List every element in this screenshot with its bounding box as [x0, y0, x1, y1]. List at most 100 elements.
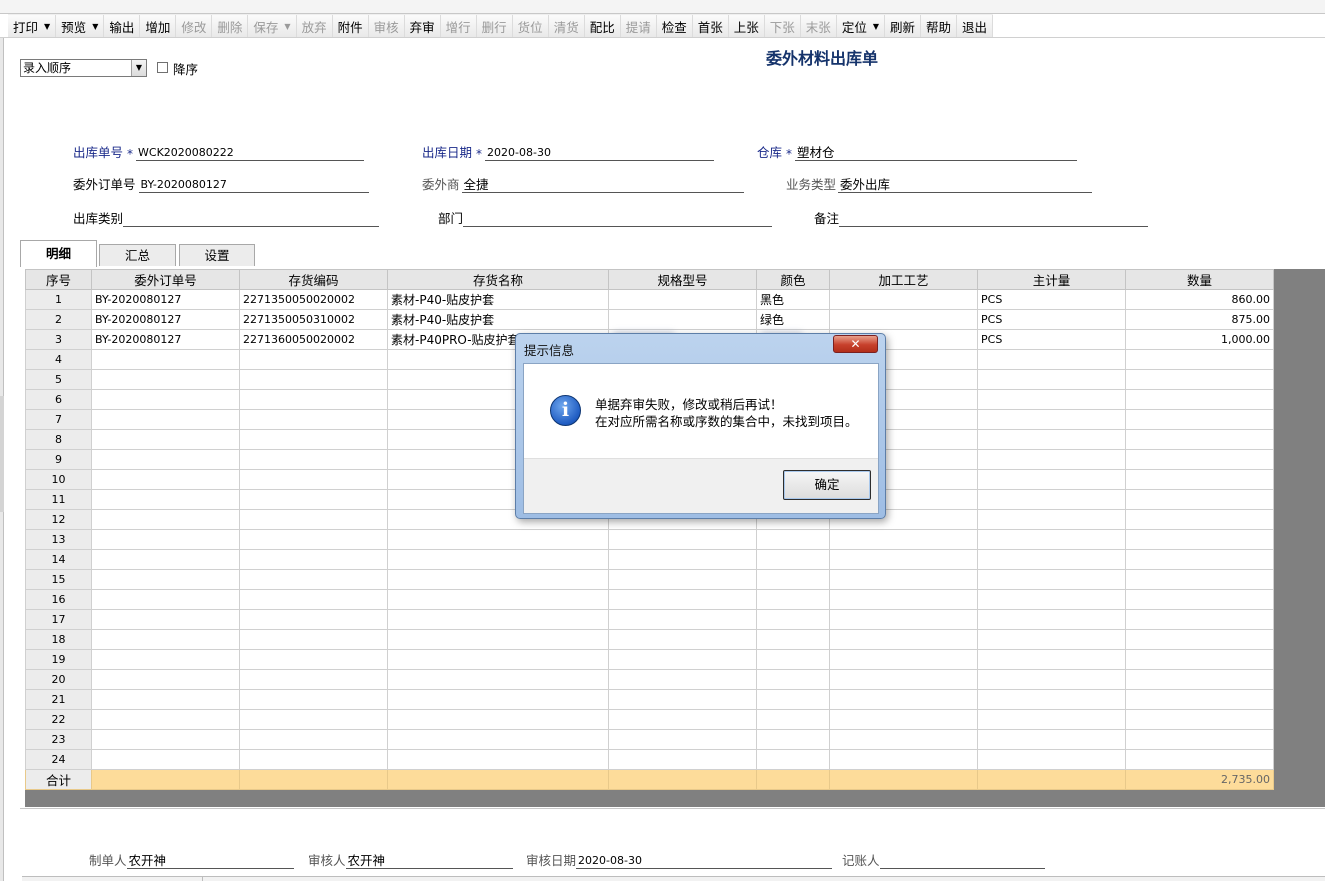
table-cell[interactable] — [829, 649, 978, 670]
table-cell[interactable] — [608, 289, 757, 310]
sort-order-select[interactable]: 录入顺序 ▼ — [20, 59, 147, 77]
table-cell[interactable] — [239, 589, 388, 610]
table-cell[interactable] — [239, 629, 388, 650]
table-cell[interactable]: 16 — [25, 589, 92, 610]
table-cell[interactable] — [1125, 529, 1274, 550]
table-cell[interactable] — [977, 709, 1126, 730]
table-cell[interactable] — [829, 709, 978, 730]
table-cell[interactable] — [977, 689, 1126, 710]
table-cell[interactable] — [91, 629, 240, 650]
table-cell[interactable] — [239, 669, 388, 690]
remark-input[interactable] — [839, 211, 1149, 227]
table-cell[interactable] — [1125, 629, 1274, 650]
table-cell[interactable] — [239, 429, 388, 450]
table-cell[interactable]: 5 — [25, 369, 92, 390]
table-cell[interactable] — [239, 749, 388, 770]
table-cell[interactable] — [608, 689, 757, 710]
table-cell[interactable]: PCS — [977, 289, 1126, 310]
toolbar-button[interactable]: 下张 — [764, 15, 801, 37]
table-cell[interactable] — [387, 609, 609, 630]
column-header[interactable]: 主计量 — [977, 269, 1126, 290]
table-cell[interactable] — [91, 569, 240, 590]
table-row[interactable]: 23 — [25, 729, 1274, 750]
table-cell[interactable] — [91, 469, 240, 490]
table-cell[interactable] — [756, 709, 830, 730]
table-cell[interactable] — [608, 729, 757, 750]
chevron-down-icon[interactable]: ▼ — [873, 22, 879, 31]
table-cell[interactable] — [1125, 689, 1274, 710]
table-cell[interactable] — [756, 669, 830, 690]
toolbar-button[interactable]: 保存 ▼ — [248, 15, 297, 37]
toolbar-button[interactable]: 审核 — [368, 15, 405, 37]
table-cell[interactable] — [829, 569, 978, 590]
table-cell[interactable] — [1125, 369, 1274, 390]
table-cell[interactable] — [91, 649, 240, 670]
toolbar-button[interactable]: 删除 — [212, 15, 249, 37]
tab-summary[interactable]: 汇总 — [99, 244, 176, 266]
table-cell[interactable] — [829, 309, 978, 330]
table-cell[interactable] — [977, 549, 1126, 570]
table-cell[interactable] — [1125, 709, 1274, 730]
toolbar-button[interactable]: 清货 — [548, 15, 585, 37]
table-cell[interactable] — [608, 589, 757, 610]
table-cell[interactable] — [756, 589, 830, 610]
toolbar-button[interactable]: 增行 — [440, 15, 477, 37]
chevron-down-icon[interactable]: ▼ — [44, 22, 50, 31]
toolbar-button[interactable]: 末张 — [800, 15, 837, 37]
toolbar-button[interactable]: 定位 ▼ — [836, 15, 885, 37]
table-cell[interactable] — [1125, 429, 1274, 450]
warehouse-input[interactable]: 塑材仓 — [795, 145, 1078, 161]
table-cell[interactable]: 绿色 — [756, 309, 830, 330]
table-cell[interactable] — [977, 389, 1126, 410]
table-cell[interactable] — [239, 529, 388, 550]
toolbar-button[interactable]: 附件 — [332, 15, 369, 37]
table-cell[interactable] — [1125, 589, 1274, 610]
table-cell[interactable] — [91, 449, 240, 470]
toolbar-button[interactable]: 修改 — [176, 15, 213, 37]
toolbar-button[interactable]: 预览 ▼ — [56, 15, 105, 37]
table-cell[interactable] — [91, 729, 240, 750]
table-cell[interactable] — [829, 669, 978, 690]
column-header[interactable]: 存货名称 — [387, 269, 609, 290]
table-cell[interactable]: 1,000.00 — [1125, 329, 1274, 350]
table-cell[interactable] — [91, 749, 240, 770]
table-cell[interactable]: 19 — [25, 649, 92, 670]
table-cell[interactable] — [608, 569, 757, 590]
table-cell[interactable] — [91, 549, 240, 570]
table-cell[interactable]: 15 — [25, 569, 92, 590]
table-cell[interactable] — [756, 729, 830, 750]
table-cell[interactable] — [239, 689, 388, 710]
biz-type-input[interactable]: 委外出库 — [838, 177, 1093, 193]
table-cell[interactable] — [387, 669, 609, 690]
table-cell[interactable]: 素材-P40-贴皮护套 — [387, 289, 609, 310]
table-cell[interactable] — [239, 569, 388, 590]
chevron-down-icon[interactable]: ▼ — [92, 22, 98, 31]
table-cell[interactable] — [829, 589, 978, 610]
table-cell[interactable]: 10 — [25, 469, 92, 490]
table-cell[interactable] — [829, 609, 978, 630]
table-row[interactable]: 22 — [25, 709, 1274, 730]
table-cell[interactable] — [977, 369, 1126, 390]
table-cell[interactable] — [1125, 729, 1274, 750]
table-cell[interactable] — [608, 709, 757, 730]
department-input[interactable] — [463, 211, 773, 227]
tab-detail[interactable]: 明细 — [20, 240, 97, 267]
table-cell[interactable]: 23 — [25, 729, 92, 750]
table-cell[interactable] — [91, 409, 240, 430]
table-cell[interactable] — [977, 469, 1126, 490]
table-cell[interactable]: BY-2020080127 — [91, 289, 240, 310]
table-cell[interactable] — [387, 529, 609, 550]
table-cell[interactable]: 8 — [25, 429, 92, 450]
chevron-down-icon[interactable]: ▼ — [284, 22, 290, 31]
table-cell[interactable] — [1125, 509, 1274, 530]
table-cell[interactable] — [829, 549, 978, 570]
table-cell[interactable] — [239, 449, 388, 470]
toolbar-button[interactable]: 提请 — [620, 15, 657, 37]
column-header[interactable]: 数量 — [1125, 269, 1274, 290]
table-cell[interactable] — [1125, 649, 1274, 670]
table-cell[interactable] — [387, 749, 609, 770]
table-cell[interactable] — [1125, 669, 1274, 690]
column-header[interactable]: 加工工艺 — [829, 269, 978, 290]
toolbar-button[interactable]: 打印 ▼ — [8, 15, 57, 37]
table-cell[interactable] — [756, 629, 830, 650]
